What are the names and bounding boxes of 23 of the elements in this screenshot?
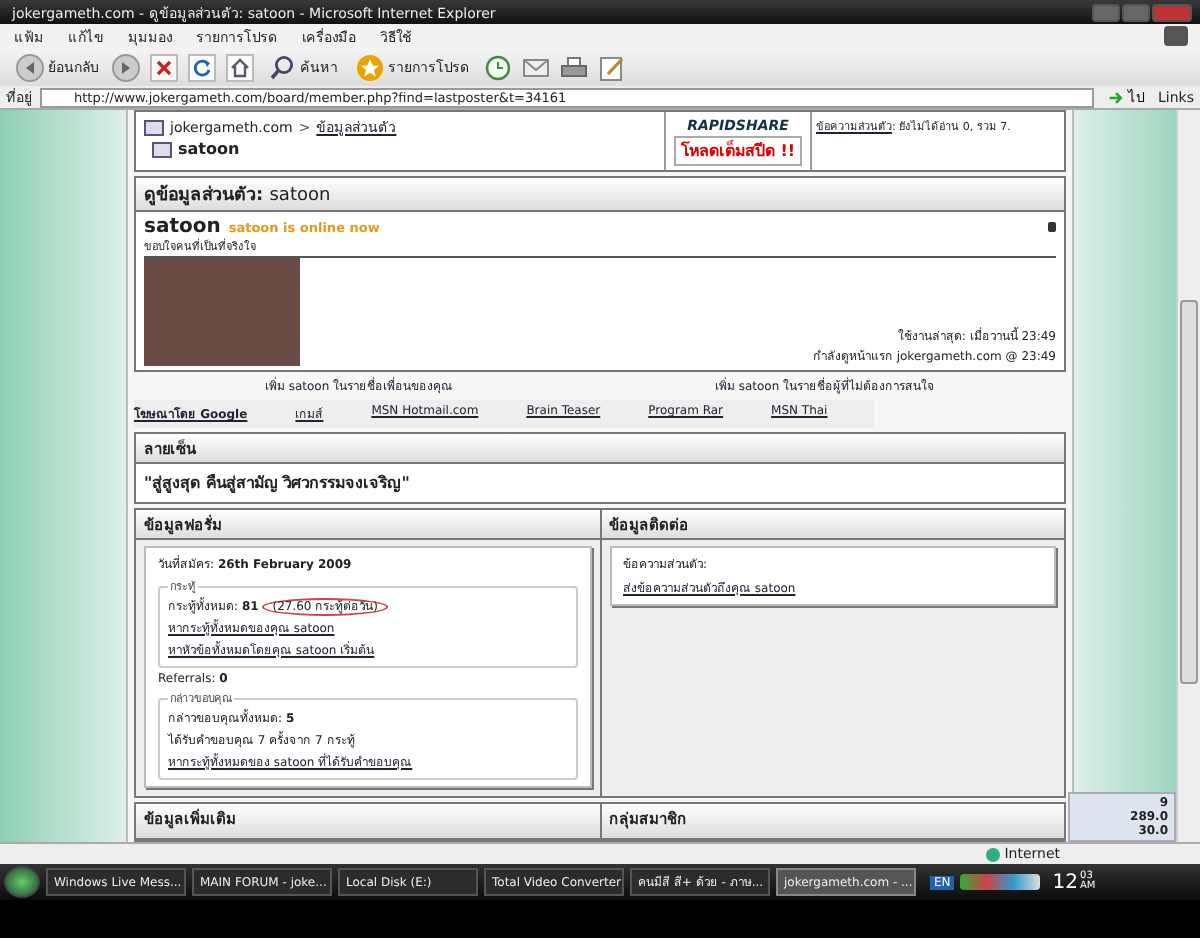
mail-icon[interactable] [522,53,550,81]
scrollbar-thumb[interactable] [1180,300,1198,684]
print-icon[interactable] [560,53,588,81]
go-arrow-icon [1108,89,1125,105]
history-icon[interactable] [484,53,512,81]
banner-text: โหลดเต็มสปีด !! [674,135,802,165]
globe-icon [986,847,1001,861]
stop-icon[interactable] [150,53,178,81]
signature-text: "สู่สูงสุด คืนสู่สามัญ วิศวกรรมจงเจริญ" [142,472,412,497]
minimize-button[interactable] [1092,3,1120,21]
online-indicator-icon [1048,222,1056,232]
username: satoon [144,216,221,238]
scrollbar[interactable] [1176,110,1200,842]
panel-title: ดูข้อมูลส่วนตัว: satoon [136,178,1064,212]
refresh-icon[interactable] [188,53,216,81]
breadcrumb-current: satoon [178,140,240,158]
home-icon[interactable] [226,53,254,81]
start-button[interactable] [4,866,40,898]
star-icon [356,53,384,81]
search-icon [268,53,296,81]
edit-icon[interactable] [598,53,626,81]
close-button[interactable] [1152,3,1192,21]
maximize-button[interactable] [1122,3,1150,21]
